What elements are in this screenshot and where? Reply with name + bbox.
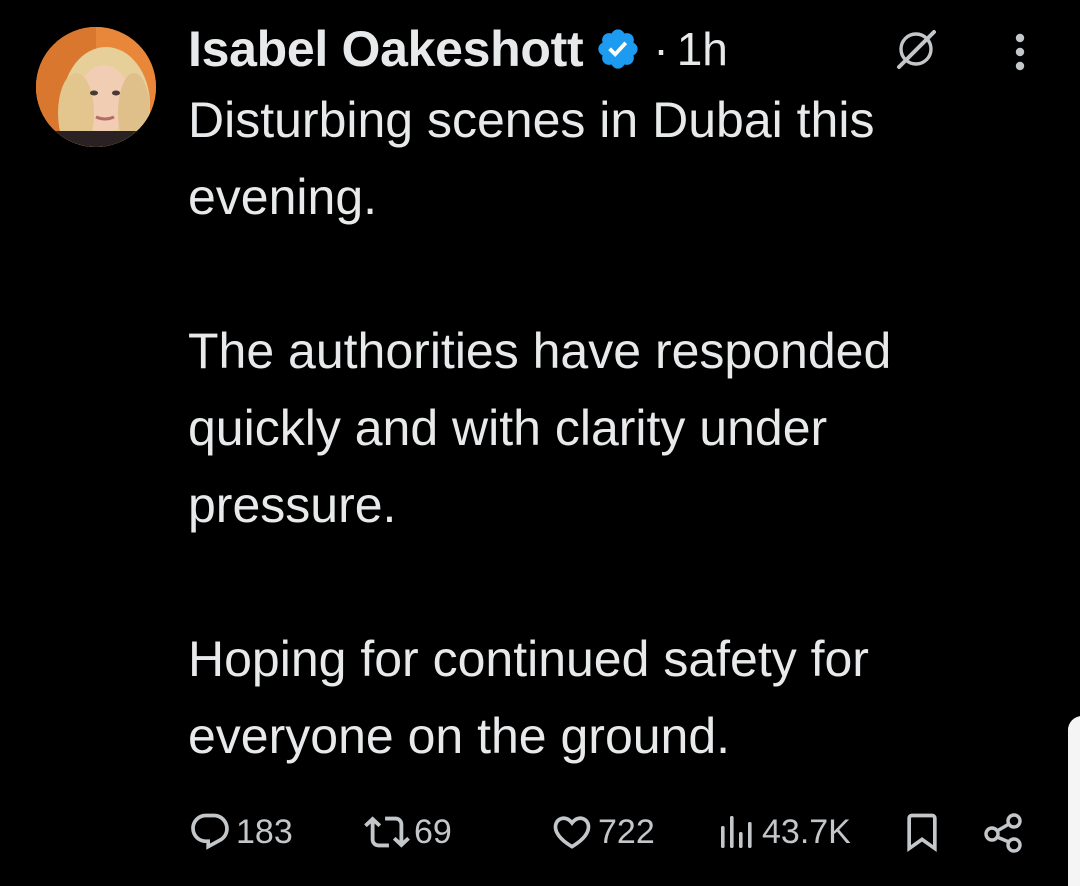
grok-icon[interactable] xyxy=(893,26,939,72)
reply-count: 183 xyxy=(236,812,293,851)
scroll-handle[interactable] xyxy=(1068,716,1080,886)
views-icon xyxy=(721,816,752,848)
repost-count: 69 xyxy=(414,812,452,851)
like-count: 722 xyxy=(598,812,655,851)
repost-icon xyxy=(364,816,410,848)
bookmark-button[interactable] xyxy=(900,804,944,860)
reply-icon xyxy=(191,813,229,850)
more-vertical-icon[interactable] xyxy=(1006,30,1034,74)
tweet-timestamp[interactable]: 1h xyxy=(677,22,728,76)
author-avatar[interactable] xyxy=(36,27,156,147)
tweet-text: Disturbing scenes in Dubai this evening.… xyxy=(188,92,892,764)
heart-icon xyxy=(553,816,591,849)
share-button[interactable] xyxy=(980,804,1028,860)
tweet-actions: 183 69 722 43.7K xyxy=(188,804,1028,860)
verified-badge-icon[interactable] xyxy=(595,26,641,72)
views-button[interactable]: 43.7K xyxy=(718,804,851,860)
reply-button[interactable]: 183 xyxy=(188,804,293,860)
separator-dot: · xyxy=(653,23,669,75)
like-button[interactable]: 722 xyxy=(550,804,655,860)
author-name[interactable]: Isabel Oakeshott xyxy=(188,20,584,78)
repost-button[interactable]: 69 xyxy=(364,804,452,860)
avatar-photo xyxy=(36,27,156,147)
share-icon xyxy=(984,813,1022,853)
views-count: 43.7K xyxy=(762,812,851,851)
tweet-header: Isabel Oakeshott · 1h xyxy=(188,16,728,82)
bookmark-icon xyxy=(907,813,937,853)
